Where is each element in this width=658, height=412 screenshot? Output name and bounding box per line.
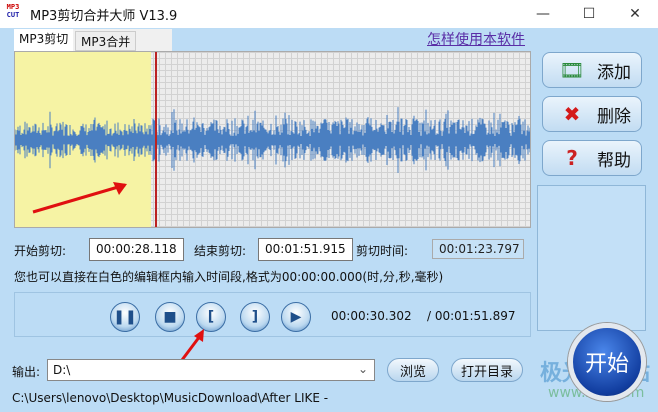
open-dir-button[interactable]: 打开目录 bbox=[451, 358, 523, 382]
chevron-down-icon: ⌄ bbox=[357, 362, 368, 376]
window-title: MP3剪切合并大师 V13.9 bbox=[30, 8, 178, 24]
add-button[interactable]: 🎞 添加 bbox=[542, 52, 642, 88]
help-label: 帮助 bbox=[597, 150, 631, 171]
output-dir-select[interactable]: D:\ ⌄ bbox=[47, 359, 375, 381]
cut-duration-value: 00:01:23.797 bbox=[432, 239, 524, 259]
cut-duration-label: 剪切时间: bbox=[356, 244, 409, 258]
bracket-left-icon: [ bbox=[207, 309, 215, 325]
maximize-button[interactable]: ☐ bbox=[566, 0, 612, 28]
pause-icon: ❚❚ bbox=[113, 309, 137, 325]
how-to-use-link[interactable]: 怎样使用本软件 bbox=[427, 29, 525, 49]
delete-label: 删除 bbox=[597, 106, 631, 127]
start-cut-label: 开始剪切: bbox=[14, 244, 67, 258]
output-dir-value: D:\ bbox=[53, 363, 71, 377]
help-button[interactable]: ? 帮助 bbox=[542, 140, 642, 176]
end-cut-input[interactable]: 00:01:51.915 bbox=[258, 238, 353, 261]
tab-mp3-cut[interactable]: MP3剪切 bbox=[14, 29, 74, 51]
minimize-button[interactable]: — bbox=[520, 0, 566, 28]
output-path: C:\Users\lenovo\Desktop\MusicDownload\Af… bbox=[12, 391, 329, 405]
waveform-panel[interactable] bbox=[14, 51, 531, 228]
total-time: / 00:01:51.897 bbox=[427, 309, 516, 323]
player-controls: ❚❚ ■ [ ] ▶ 00:00:30.302 / 00:01:51.897 bbox=[14, 292, 531, 337]
logo-text-top: MP3 bbox=[6, 3, 20, 11]
start-cut-input[interactable]: 00:00:28.118 bbox=[89, 238, 184, 261]
tab-bar: MP3剪切 MP3合并 bbox=[14, 29, 172, 51]
red-arrow-annotation bbox=[32, 182, 127, 214]
format-hint: 您也可以直接在白色的编辑框内输入时间段,格式为00:00:00.000(时,分,… bbox=[14, 270, 444, 284]
play-selection-button[interactable]: ▶ bbox=[281, 302, 311, 332]
current-time: 00:00:30.302 bbox=[331, 309, 412, 323]
pause-button[interactable]: ❚❚ bbox=[110, 302, 140, 332]
bracket-right-icon: ] bbox=[251, 309, 259, 325]
add-label: 添加 bbox=[597, 62, 631, 83]
output-label: 输出: bbox=[12, 365, 41, 379]
title-bar: MP3 CUT MP3剪切合并大师 V13.9 — ☐ ✕ bbox=[0, 0, 658, 28]
close-button[interactable]: ✕ bbox=[612, 0, 658, 28]
stop-icon: ■ bbox=[163, 309, 177, 325]
delete-button[interactable]: ✖ 删除 bbox=[542, 96, 642, 132]
set-end-button[interactable]: ] bbox=[240, 302, 270, 332]
play-icon: ▶ bbox=[290, 309, 302, 325]
logo-text-bottom: CUT bbox=[6, 11, 20, 19]
delete-x-icon: ✖ bbox=[563, 102, 581, 126]
start-button[interactable]: 开始 bbox=[568, 323, 646, 401]
add-file-icon: 🎞 bbox=[559, 58, 585, 82]
tab-mp3-merge[interactable]: MP3合并 bbox=[75, 31, 137, 51]
end-cut-label: 结束剪切: bbox=[194, 244, 247, 258]
help-icon: ? bbox=[566, 146, 578, 170]
preview-box bbox=[537, 185, 646, 331]
app-logo: MP3 CUT bbox=[4, 3, 22, 25]
browse-button[interactable]: 浏览 bbox=[387, 358, 439, 382]
